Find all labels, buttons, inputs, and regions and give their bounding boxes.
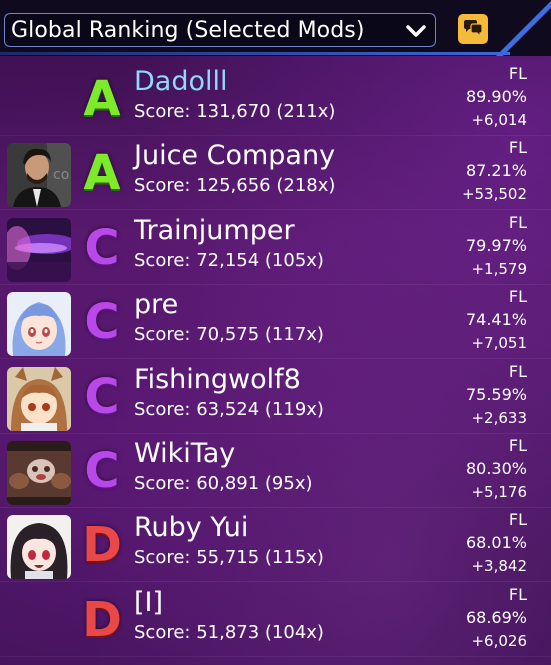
grade-icon: C [84, 294, 120, 351]
mods-text: FL [508, 510, 527, 530]
score-diff-text: +3,842 [471, 557, 527, 576]
score-text: Score: 70,575 (117x) [134, 324, 324, 346]
grade-icon: D [82, 517, 122, 574]
mods-text: FL [508, 287, 527, 307]
mods-text: FL [508, 212, 527, 232]
player-name: Ruby Yui [134, 512, 249, 544]
player-name: Fishingwolf8 [134, 363, 301, 395]
chat-button[interactable] [458, 14, 488, 44]
grade-icon: D [82, 591, 122, 648]
score-row[interactable]: D Ruby Yui Score: 55,715 (115x) FL 68.01% +3,… [0, 508, 551, 583]
score-row[interactable]: C Fishingwolf8 Score: 63,524 (119x) FL 75.59… [0, 360, 551, 434]
mods-text: FL [508, 64, 527, 83]
grade-icon: C [84, 219, 120, 276]
score-diff-text: +6,026 [471, 631, 527, 650]
grade-icon: C [84, 443, 120, 499]
player-avatar: co [7, 143, 71, 208]
mods-text: FL [508, 584, 527, 604]
chat-bubbles-icon [464, 20, 483, 38]
accuracy-text: 75.59% [465, 384, 527, 404]
score-text: Score: 63,524 (119x) [134, 398, 324, 420]
accuracy-text: 68.69% [465, 607, 527, 627]
score-row[interactable]: C Trainjumper Score: 72,154 (105x) FL 79.97%… [0, 211, 551, 285]
top-bar: Global Ranking (Selected Mods) [0, 0, 551, 56]
accuracy-text: 79.97% [465, 235, 527, 255]
score-row[interactable]: A Dadolll Score: 131,670 (211x) FL 89.90% +6,… [0, 62, 551, 136]
accuracy-text: 80.30% [465, 459, 527, 478]
score-row[interactable]: Cpre Score: 70,575 (117x) FL 74.41% +7,051 [0, 285, 551, 360]
ranking-type-label: Global Ranking (Selected Mods) [11, 17, 365, 43]
score-text: Score: 60,891 (95x) [134, 473, 313, 494]
accuracy-text: 89.90% [465, 87, 527, 106]
accuracy-text: 87.21% [465, 161, 527, 181]
player-name: Juice Company [134, 140, 336, 172]
score-diff-text: +5,176 [471, 483, 527, 501]
row-divider [0, 655, 551, 657]
player-avatar [7, 515, 71, 580]
score-diff-text: +2,633 [471, 408, 527, 427]
score-diff-text: +53,502 [461, 185, 527, 204]
score-row[interactable]: co A Juice Company Score: 125,656 (218x) FL… [0, 136, 551, 211]
grade-icon: C [84, 368, 120, 425]
grade-icon: A [83, 71, 121, 127]
grade-icon: A [83, 145, 121, 202]
player-name: [I] [134, 586, 164, 618]
player-name: Dadolll [134, 66, 228, 97]
svg-text:co: co [53, 167, 69, 183]
player-avatar [7, 366, 71, 431]
score-text: Score: 55,715 (115x) [134, 547, 324, 569]
score-text: Score: 125,656 (218x) [134, 175, 336, 197]
accuracy-text: 68.01% [465, 533, 527, 553]
top-bar-accent [491, 0, 551, 56]
player-name: pre [134, 289, 179, 321]
chevron-down-icon [406, 25, 426, 37]
score-text: Score: 51,873 (104x) [134, 621, 324, 643]
score-row[interactable]: C WikiTay Score: 60,891 (95x) FL 80.30% +5,17… [0, 434, 551, 508]
score-diff-text: +7,051 [471, 334, 527, 353]
score-diff-text: +1,579 [471, 259, 527, 278]
ranking-type-dropdown[interactable]: Global Ranking (Selected Mods) [4, 13, 436, 47]
score-row[interactable]: D [I] Score: 51,873 (104x) FL 68.69% +6,026 [0, 583, 551, 657]
player-avatar [7, 441, 71, 505]
mods-text: FL [508, 138, 527, 158]
player-avatar [7, 292, 71, 357]
score-text: Score: 72,154 (105x) [134, 249, 324, 271]
score-diff-text: +6,014 [471, 111, 527, 129]
player-name: WikiTay [134, 438, 236, 469]
accuracy-text: 74.41% [465, 310, 527, 330]
player-avatar [7, 217, 71, 282]
mods-text: FL [508, 436, 527, 455]
score-text: Score: 131,670 (211x) [134, 101, 336, 122]
top-bar-underline [0, 52, 510, 55]
mods-text: FL [508, 361, 527, 381]
player-name: Trainjumper [134, 214, 295, 246]
